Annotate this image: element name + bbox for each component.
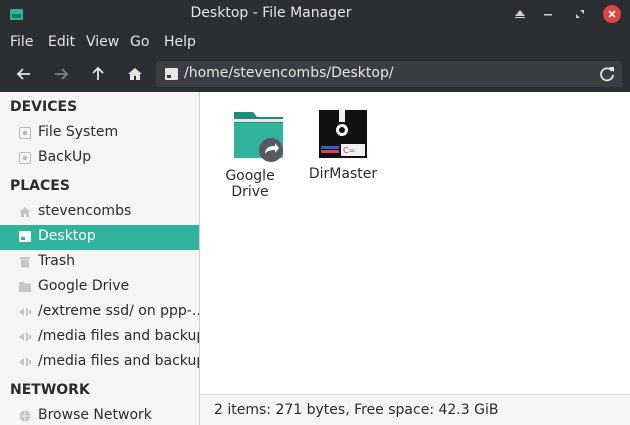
- section-network: NETWORK: [10, 382, 90, 398]
- sidebar-item-label: Google Drive: [38, 278, 130, 294]
- arrow-right-icon: [55, 68, 69, 80]
- drive-icon: [19, 152, 31, 164]
- status-bar: 2 items: 271 bytes, Free space: 42.3 GiB: [200, 394, 630, 425]
- network-share-icon: [19, 308, 31, 316]
- menu-edit[interactable]: Edit: [48, 34, 75, 50]
- sidebar-item-label: File System: [38, 124, 119, 140]
- sidebar-item-media-files-1[interactable]: /media files and backup...: [0, 325, 199, 350]
- status-text: 2 items: 271 bytes, Free space: 42.3 GiB: [214, 402, 499, 418]
- title-bar[interactable]: Desktop - File Manager: [0, 0, 630, 28]
- folder-icon: [19, 282, 31, 292]
- globe-icon: [19, 410, 31, 422]
- sidebar-item-label: /extreme ssd/ on ppp-...: [38, 303, 200, 319]
- home-icon: [19, 207, 31, 217]
- arrow-up-icon: [92, 66, 104, 80]
- triangle-up-icon: [515, 10, 525, 18]
- sidebar-item-google-drive[interactable]: Google Drive: [0, 275, 199, 300]
- sidebar-item-label: /media files and backup...: [38, 353, 199, 369]
- close-button[interactable]: [603, 5, 621, 23]
- sidebar-item-label: Browse Network: [38, 407, 152, 423]
- menu-file[interactable]: File: [10, 34, 33, 50]
- file-label: Google Drive: [225, 168, 275, 200]
- network-share-icon: [19, 333, 31, 341]
- menu-help[interactable]: Help: [164, 34, 196, 50]
- sidebar-item-label: /media files and backup...: [38, 328, 199, 344]
- sidebar-item-backup[interactable]: BackUp: [0, 146, 199, 171]
- network-share-icon: [19, 358, 31, 366]
- drive-icon: [19, 127, 31, 139]
- maximize-button[interactable]: [571, 5, 589, 23]
- svg-text:C=: C=: [343, 146, 355, 155]
- location-bar[interactable]: /home/stevencombs/Desktop/: [156, 61, 622, 87]
- floppy-disk-icon: C=: [319, 110, 367, 158]
- home-button[interactable]: [123, 62, 147, 86]
- trash-icon: [20, 257, 30, 268]
- minimize-button[interactable]: [539, 5, 557, 23]
- section-places: PLACES: [10, 178, 70, 194]
- arrow-left-icon: [16, 68, 30, 80]
- file-item-dirmaster[interactable]: C= DirMaster: [298, 104, 388, 182]
- maximize-icon: [576, 10, 584, 18]
- file-item-google-drive[interactable]: Google Drive: [205, 104, 295, 200]
- sidebar-item-extreme-ssd[interactable]: /extreme ssd/ on ppp-...: [0, 300, 199, 325]
- sidebar-item-label: Trash: [38, 253, 75, 269]
- window-title: Desktop - File Manager: [190, 5, 352, 21]
- home-icon: [128, 68, 142, 80]
- drive-icon: [165, 68, 178, 80]
- desktop-icon: [19, 231, 31, 242]
- sidebar-item-stevencombs[interactable]: stevencombs: [0, 200, 199, 225]
- menu-view[interactable]: View: [86, 34, 119, 50]
- file-view[interactable]: Google Drive C= DirMaster: [200, 92, 630, 394]
- reload-icon[interactable]: [598, 65, 616, 83]
- menu-bar: File Edit View Go Help: [0, 28, 630, 56]
- file-manager-window: Desktop - File Manager File Edit View Go…: [0, 0, 630, 425]
- sidebar-item-label: stevencombs: [38, 203, 132, 219]
- sidebar: DEVICES File System BackUp PLACES steven…: [0, 92, 200, 425]
- menu-go[interactable]: Go: [130, 34, 149, 50]
- forward-button[interactable]: [49, 62, 73, 86]
- up-button[interactable]: [86, 62, 110, 86]
- sidebar-item-desktop[interactable]: Desktop: [0, 225, 199, 250]
- close-icon: [608, 10, 616, 18]
- back-button[interactable]: [12, 62, 36, 86]
- sidebar-item-label: Desktop: [38, 228, 96, 244]
- sidebar-item-file-system[interactable]: File System: [0, 121, 199, 146]
- sidebar-item-label: BackUp: [38, 149, 92, 165]
- location-path[interactable]: /home/stevencombs/Desktop/: [184, 65, 394, 81]
- minimize-icon: [544, 14, 552, 16]
- file-label: DirMaster: [308, 166, 378, 182]
- sidebar-item-browse-network[interactable]: Browse Network: [0, 404, 199, 425]
- section-devices: DEVICES: [10, 99, 78, 115]
- sidebar-item-media-files-2[interactable]: /media files and backup...: [0, 350, 199, 375]
- keep-above-button[interactable]: [511, 5, 529, 23]
- sidebar-item-trash[interactable]: Trash: [0, 250, 199, 275]
- folder-link-icon: [234, 112, 283, 162]
